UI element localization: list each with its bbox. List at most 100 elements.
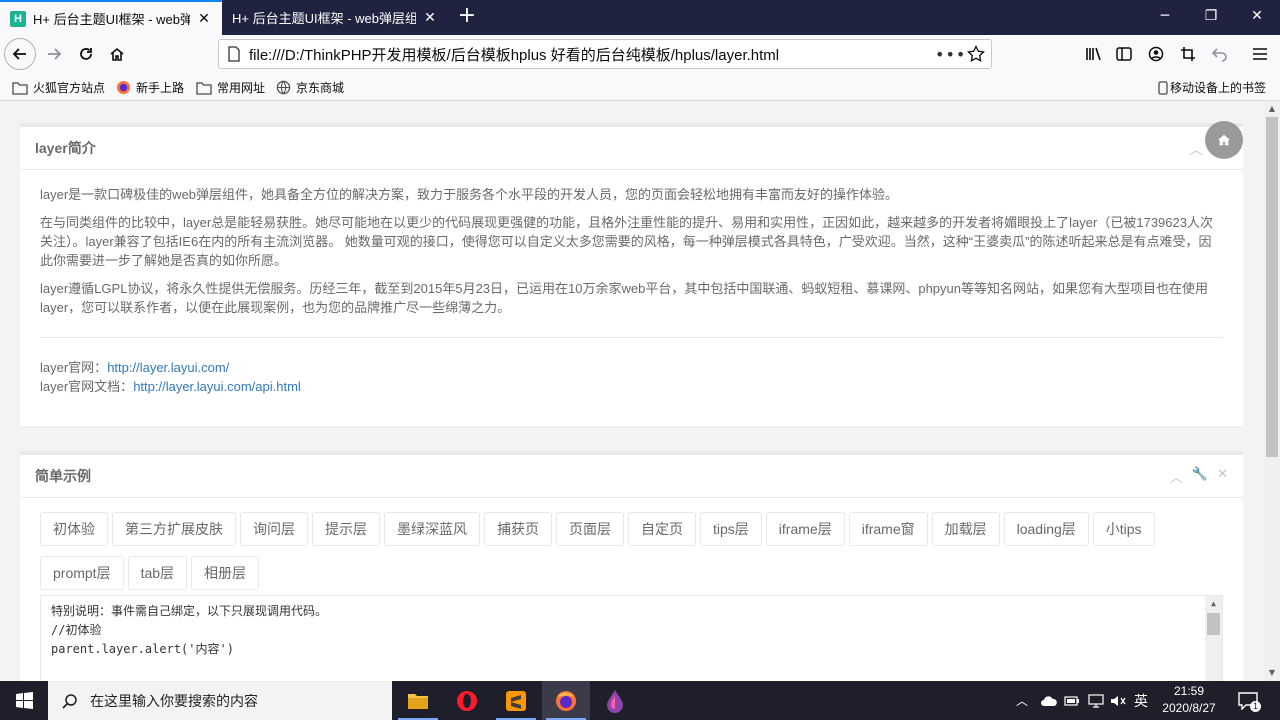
opera-app[interactable] (443, 681, 491, 720)
reload-button[interactable] (70, 38, 102, 70)
restore-button[interactable]: ❐ (1188, 0, 1234, 35)
button-row: prompt层 tab层 相册层 (40, 556, 1223, 590)
page-scrollbar[interactable]: ▲ ▼ (1264, 101, 1280, 681)
bookmark-item[interactable]: 新手上路 (116, 79, 184, 96)
demo-button[interactable]: tips层 (700, 512, 762, 546)
demo-button[interactable]: 第三方扩展皮肤 (112, 512, 236, 546)
firefox-icon (556, 690, 576, 711)
demo-button[interactable]: prompt层 (40, 556, 124, 590)
close-window-button[interactable]: ✕ (1234, 0, 1280, 35)
demo-button[interactable]: 墨绿深蓝风 (384, 512, 480, 546)
menu-button[interactable] (1246, 40, 1274, 68)
demo-button[interactable]: 初体验 (40, 512, 108, 546)
mobile-bookmarks[interactable]: 移动设备上的书签 (1158, 79, 1266, 96)
button-row: 初体验 第三方扩展皮肤 询问层 提示层 墨绿深蓝风 捕获页 页面层 自定页 ti… (40, 512, 1223, 546)
tab-layer-active[interactable]: H H+ 后台主题UI框架 - web弹层 ✕ (0, 0, 222, 35)
scroll-up-arrow-icon[interactable]: ▲ (1264, 101, 1280, 117)
url-text[interactable]: file:///D:/ThinkPHP开发用模板/后台模板hplus 好看的后台… (249, 44, 935, 65)
demo-button[interactable]: iframe窗 (848, 512, 928, 546)
notification-count: 1 (1250, 701, 1261, 712)
divider (40, 337, 1223, 338)
bookmark-star-icon[interactable] (967, 45, 985, 63)
demo-button[interactable]: loading层 (1003, 512, 1089, 546)
demo-button[interactable]: 加载层 (931, 512, 1000, 546)
taskbar-clock[interactable]: 21:59 2020/8/27 (1154, 683, 1224, 717)
undo-icon (1212, 48, 1227, 62)
sublime-text-icon (506, 690, 526, 711)
battery-icon[interactable] (1064, 681, 1080, 720)
screenshot-button[interactable] (1174, 40, 1202, 68)
folder-icon (408, 693, 428, 709)
demo-button[interactable]: 捕获页 (484, 512, 552, 546)
address-bar[interactable]: file:///D:/ThinkPHP开发用模板/后台模板hplus 好看的后台… (218, 39, 992, 69)
code-line: parent.layer.alert('内容') (51, 642, 234, 656)
account-button[interactable] (1142, 40, 1170, 68)
demo-button[interactable]: 询问层 (240, 512, 308, 546)
demo-button[interactable]: 提示层 (312, 512, 380, 546)
sidebar-icon (1116, 47, 1132, 61)
undo-button[interactable] (1206, 40, 1234, 68)
code-textarea[interactable]: 特别说明：事件需自己绑定，以下只展现调用代码。 //初体验 parent.lay… (40, 595, 1223, 681)
paint-app[interactable] (591, 681, 639, 720)
official-doc-link[interactable]: http://layer.layui.com/api.html (133, 379, 301, 394)
bookmark-label: 常用网址 (217, 81, 266, 95)
bookmark-item[interactable]: 火狐官方站点 (12, 79, 105, 96)
code-scrollbar[interactable]: ▲ (1205, 596, 1222, 681)
arrow-left-icon (12, 48, 26, 60)
tab-layer-inactive[interactable]: H+ 后台主题UI框架 - web弹层组件 ✕ (222, 0, 448, 35)
bookmark-item[interactable]: 常用网址 (196, 79, 265, 96)
bookmark-item[interactable]: 京东商城 (276, 79, 344, 96)
globe-icon (276, 80, 291, 95)
file-explorer-app[interactable] (394, 681, 442, 720)
official-site-label: layer官网： (40, 360, 108, 375)
show-hidden-icons[interactable]: ︿ (1016, 681, 1028, 720)
official-site-link[interactable]: http://layer.layui.com/ (107, 360, 229, 375)
float-home-button[interactable] (1205, 121, 1243, 159)
scroll-down-arrow-icon[interactable]: ▼ (1264, 665, 1280, 681)
taskbar-search-input[interactable]: 在这里输入你要搜索的内容 (48, 681, 392, 720)
home-button[interactable] (101, 38, 133, 70)
wrench-icon[interactable]: 🔧 (1192, 467, 1208, 486)
library-icon (1086, 47, 1101, 61)
network-icon[interactable] (1088, 681, 1104, 720)
crop-icon (1181, 47, 1195, 61)
library-button[interactable] (1080, 40, 1108, 68)
sidebar-button[interactable] (1110, 40, 1138, 68)
hplus-favicon-icon: H (10, 10, 26, 27)
start-button[interactable] (0, 681, 48, 720)
bookmark-label: 京东商城 (296, 81, 345, 95)
clock-date: 2020/8/27 (1162, 701, 1216, 715)
demo-button[interactable]: tab层 (127, 556, 188, 590)
back-button[interactable] (4, 38, 36, 70)
new-tab-button[interactable]: + (454, 4, 480, 30)
demo-button[interactable]: 自定页 (628, 512, 696, 546)
demo-button[interactable]: 页面层 (556, 512, 624, 546)
minimize-button[interactable]: ─ (1142, 0, 1188, 35)
onedrive-icon[interactable] (1040, 681, 1058, 720)
firefox-app[interactable] (542, 681, 590, 720)
code-scrollbar-thumb[interactable] (1207, 613, 1220, 635)
chevron-up-icon[interactable]: ︿ (1190, 139, 1203, 158)
demo-button[interactable]: iframe层 (765, 512, 845, 546)
tab-close-icon[interactable]: ✕ (422, 10, 438, 26)
page-scrollbar-thumb[interactable] (1266, 117, 1278, 457)
page-content: layer简介 ︿ 🔧 layer是一款口碑极佳的web弹层组件，她具备全方位的… (0, 101, 1264, 681)
chevron-up-icon[interactable]: ︿ (1170, 467, 1183, 486)
chevron-up-icon: ︿ (1016, 694, 1029, 708)
demo-button[interactable]: 相册层 (191, 556, 260, 590)
scroll-up-arrow-icon[interactable]: ▲ (1205, 596, 1222, 612)
notification-center-button[interactable]: 1 (1238, 681, 1261, 720)
input-method-indicator[interactable]: 英 (1134, 681, 1148, 720)
close-icon[interactable]: ✕ (1217, 467, 1228, 486)
page-actions-icon[interactable]: ••• (935, 45, 965, 64)
volume-icon[interactable] (1110, 681, 1126, 720)
tab-close-icon[interactable]: ✕ (196, 11, 212, 27)
hamburger-icon (1253, 48, 1267, 60)
simple-examples-panel: 简单示例 ︿ 🔧 ✕ 初体验 第三方扩展皮肤 询问层 提示层 墨绿深蓝风 捕获页… (20, 451, 1243, 681)
windows-taskbar: 在这里输入你要搜索的内容 ︿ 英 21:59 2020/8/27 1 (0, 681, 1280, 720)
demo-button[interactable]: 小tips (1092, 512, 1155, 546)
official-site-line: layer官网：http://layer.layui.com/ (40, 358, 1223, 377)
bookmarks-toolbar: 火狐官方站点 新手上路 常用网址 京东商城 移动设备上的书签 (0, 73, 1280, 101)
forward-button[interactable] (38, 38, 70, 70)
sublime-text-app[interactable] (492, 681, 540, 720)
